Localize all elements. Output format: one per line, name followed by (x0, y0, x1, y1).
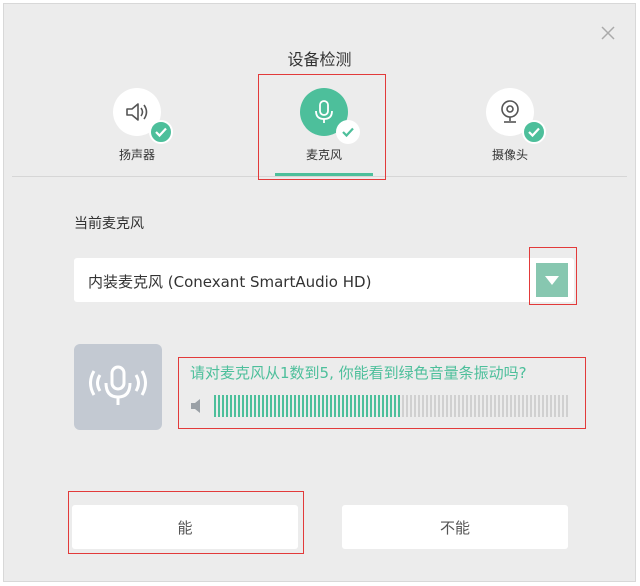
selected-device: 内装麦克风 (Conexant SmartAudio HD) (88, 273, 372, 291)
highlight-box-volume (178, 357, 586, 429)
check-icon (522, 120, 546, 144)
camera-circle (486, 88, 546, 144)
device-check-dialog: 设备检测 扬声器 麦克风 摄像头 当前麦克风 内装麦克风 (Conexant S… (3, 3, 636, 582)
tab-camera[interactable]: 摄像头 (460, 88, 560, 163)
speaker-circle (113, 88, 173, 144)
current-mic-label: 当前麦克风 (74, 216, 144, 232)
close-icon[interactable] (599, 24, 617, 42)
tab-label: 摄像头 (491, 148, 528, 162)
tab-speaker[interactable]: 扬声器 (87, 88, 187, 163)
highlight-box-microphone-tab (258, 74, 386, 180)
tab-label: 扬声器 (118, 148, 155, 162)
microphone-select[interactable]: 内装麦克风 (Conexant SmartAudio HD) (74, 258, 574, 302)
camera-icon (501, 100, 519, 123)
check-icon (149, 120, 173, 144)
speaker-icon (126, 103, 148, 121)
highlight-box-dropdown (529, 247, 577, 305)
no-button[interactable]: 不能 (342, 505, 568, 549)
mic-tile (74, 344, 162, 430)
dialog-title: 设备检测 (287, 50, 352, 69)
mic-broadcast-icon (89, 365, 147, 405)
highlight-box-yes (68, 491, 304, 554)
